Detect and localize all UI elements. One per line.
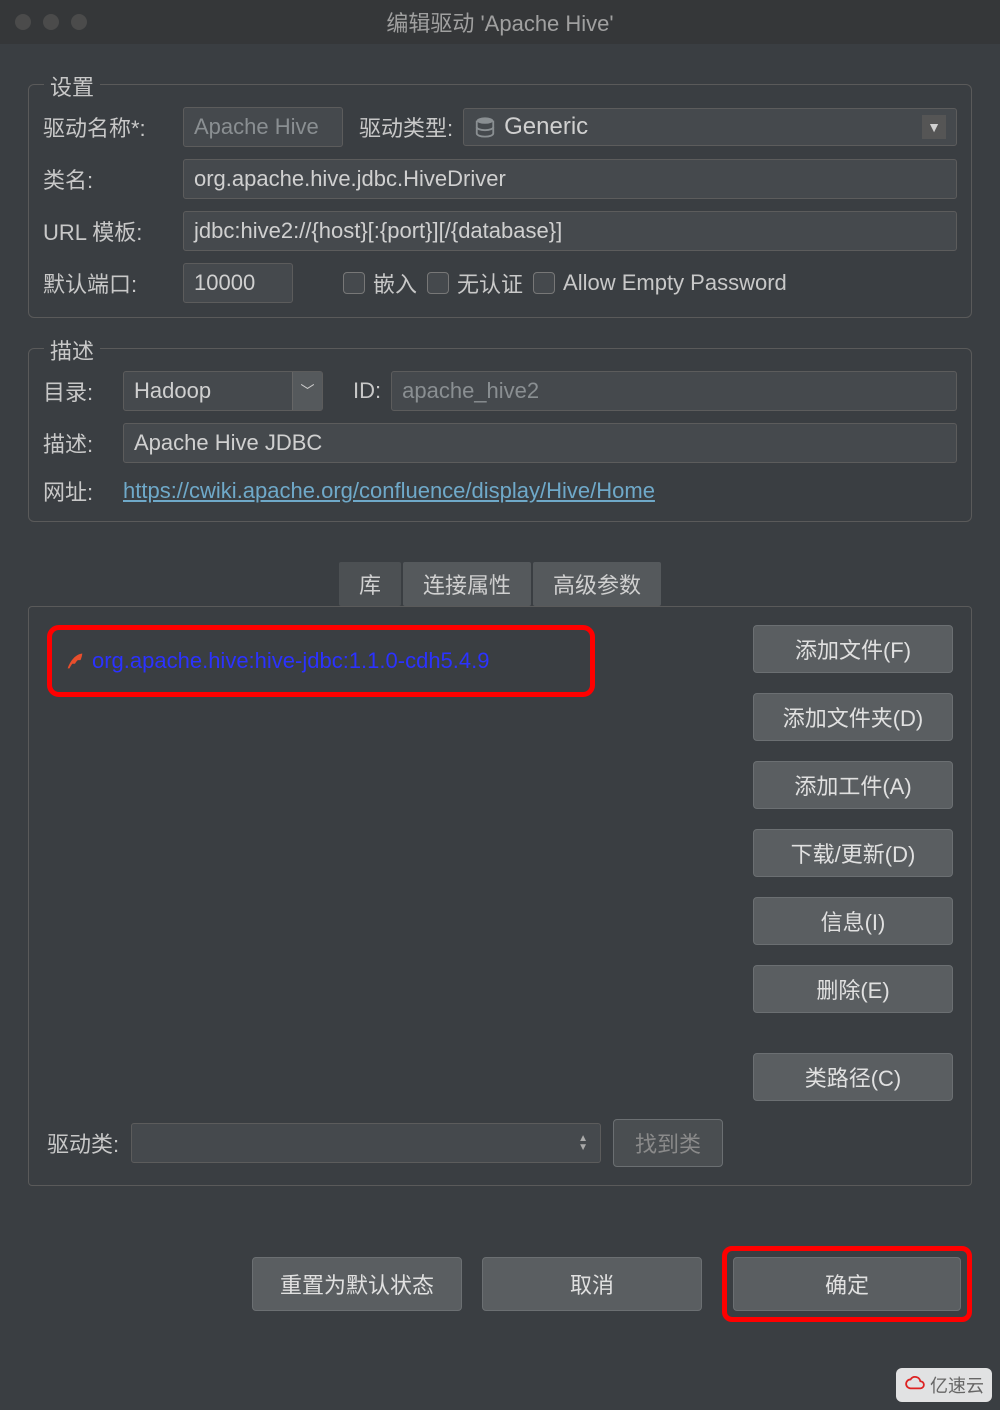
library-panel: org.apache.hive:hive-jdbc:1.1.0-cdh5.4.9… bbox=[28, 606, 972, 1186]
reset-button[interactable]: 重置为默认状态 bbox=[252, 1257, 462, 1311]
driver-class-label: 驱动类: bbox=[47, 1127, 119, 1159]
driver-name-label: 驱动名称*: bbox=[43, 111, 173, 143]
add-artifact-button[interactable]: 添加工件(A) bbox=[753, 761, 953, 809]
stepper-icon: ▲▼ bbox=[578, 1134, 588, 1152]
download-button[interactable]: 下载/更新(D) bbox=[753, 829, 953, 877]
no-auth-label: 无认证 bbox=[457, 267, 523, 299]
info-button[interactable]: 信息(I) bbox=[753, 897, 953, 945]
driver-type-label: 驱动类型: bbox=[359, 111, 453, 143]
window-title: 编辑驱动 'Apache Hive' bbox=[12, 6, 988, 38]
description-legend: 描述 bbox=[44, 334, 100, 366]
no-auth-checkbox[interactable]: 无认证 bbox=[427, 267, 523, 299]
settings-group: 设置 驱动名称*: Apache Hive 驱动类型: Generic ▼ 类名… bbox=[28, 84, 972, 318]
id-label: ID: bbox=[353, 378, 381, 404]
ok-button[interactable]: 确定 bbox=[733, 1257, 961, 1311]
cloud-icon bbox=[904, 1375, 926, 1396]
checkbox-icon bbox=[533, 272, 555, 294]
website-link[interactable]: https://cwiki.apache.org/confluence/disp… bbox=[123, 478, 655, 504]
ok-highlight: 确定 bbox=[722, 1246, 972, 1322]
find-class-button[interactable]: 找到类 bbox=[613, 1119, 723, 1167]
id-input[interactable]: apache_hive2 bbox=[391, 371, 957, 411]
driver-class-select[interactable]: ▲▼ bbox=[131, 1123, 601, 1163]
chevron-down-icon: ﹀ bbox=[292, 372, 322, 410]
category-value: Hadoop bbox=[134, 378, 211, 404]
delete-button[interactable]: 删除(E) bbox=[753, 965, 953, 1013]
driver-name-input[interactable]: Apache Hive bbox=[183, 107, 343, 147]
zoom-dot[interactable] bbox=[71, 14, 87, 30]
classpath-button[interactable]: 类路径(C) bbox=[753, 1053, 953, 1101]
watermark: 亿速云 bbox=[896, 1368, 992, 1402]
watermark-text: 亿速云 bbox=[930, 1372, 984, 1398]
add-file-button[interactable]: 添加文件(F) bbox=[753, 625, 953, 673]
dropdown-icon: ▼ bbox=[922, 115, 946, 139]
url-template-label: URL 模板: bbox=[43, 215, 173, 247]
database-icon bbox=[474, 116, 496, 138]
tab-advanced[interactable]: 高级参数 bbox=[533, 562, 661, 606]
minimize-dot[interactable] bbox=[43, 14, 59, 30]
close-dot[interactable] bbox=[15, 14, 31, 30]
class-name-input[interactable]: org.apache.hive.jdbc.HiveDriver bbox=[183, 159, 957, 199]
embed-label: 嵌入 bbox=[373, 267, 417, 299]
allow-empty-pwd-checkbox[interactable]: Allow Empty Password bbox=[533, 270, 787, 296]
dialog-footer: 重置为默认状态 取消 确定 bbox=[0, 1186, 1000, 1322]
window-controls bbox=[15, 14, 87, 30]
tab-connection-properties[interactable]: 连接属性 bbox=[403, 562, 531, 606]
category-select[interactable]: Hadoop ﹀ bbox=[123, 371, 323, 411]
titlebar: 编辑驱动 'Apache Hive' bbox=[0, 0, 1000, 44]
driver-type-value: Generic bbox=[504, 113, 588, 141]
feather-icon bbox=[64, 650, 86, 672]
allow-empty-pwd-label: Allow Empty Password bbox=[563, 270, 787, 296]
checkbox-icon bbox=[427, 272, 449, 294]
desc-input[interactable]: Apache Hive JDBC bbox=[123, 423, 957, 463]
url-label: 网址: bbox=[43, 475, 113, 507]
description-group: 描述 目录: Hadoop ﹀ ID: apache_hive2 描述: Apa… bbox=[28, 348, 972, 522]
tabs: 库 连接属性 高级参数 bbox=[28, 562, 972, 606]
add-folder-button[interactable]: 添加文件夹(D) bbox=[753, 693, 953, 741]
tab-library[interactable]: 库 bbox=[339, 562, 401, 606]
class-name-label: 类名: bbox=[43, 163, 173, 195]
default-port-label: 默认端口: bbox=[43, 267, 173, 299]
driver-type-select[interactable]: Generic ▼ bbox=[463, 108, 957, 146]
url-template-input[interactable]: jdbc:hive2://{host}[:{port}][/{database}… bbox=[183, 211, 957, 251]
checkbox-icon bbox=[343, 272, 365, 294]
default-port-input[interactable]: 10000 bbox=[183, 263, 293, 303]
cancel-button[interactable]: 取消 bbox=[482, 1257, 702, 1311]
category-label: 目录: bbox=[43, 375, 113, 407]
artifact-text: org.apache.hive:hive-jdbc:1.1.0-cdh5.4.9 bbox=[92, 648, 489, 674]
library-artifact-item[interactable]: org.apache.hive:hive-jdbc:1.1.0-cdh5.4.9 bbox=[47, 625, 595, 697]
settings-legend: 设置 bbox=[44, 70, 100, 102]
desc-label: 描述: bbox=[43, 427, 113, 459]
embed-checkbox[interactable]: 嵌入 bbox=[343, 267, 417, 299]
